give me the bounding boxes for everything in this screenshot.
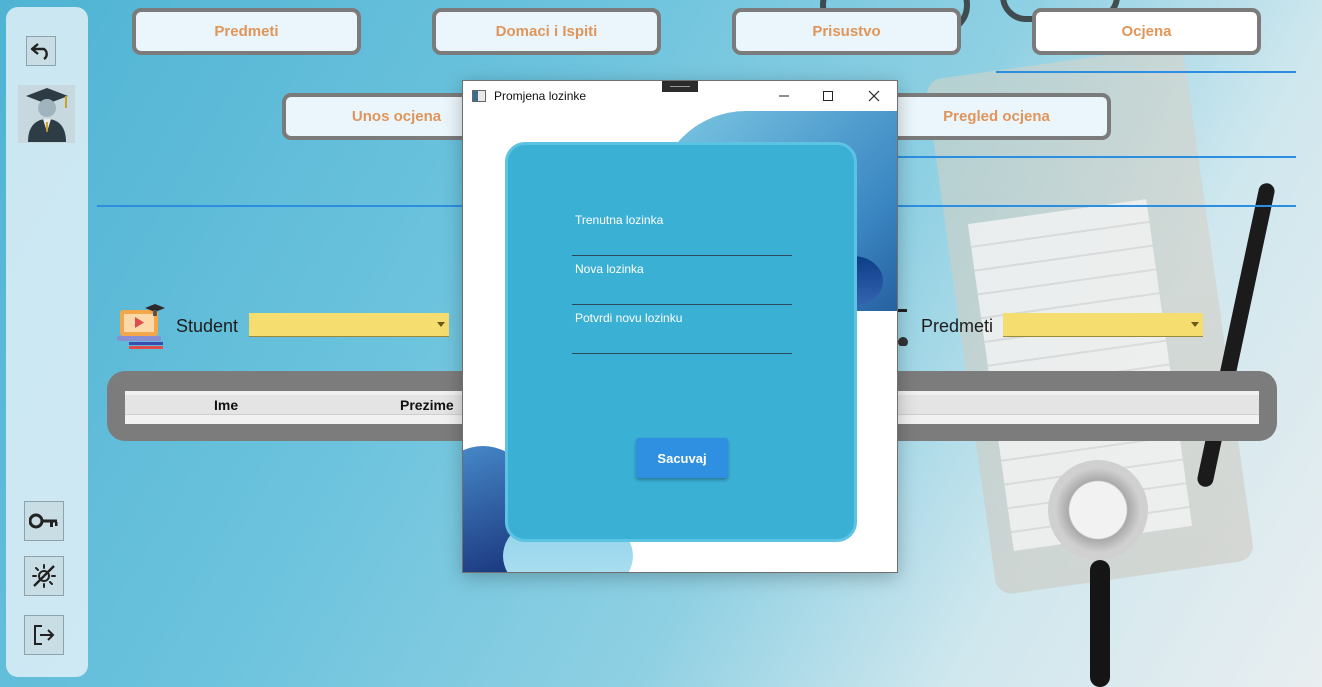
theme-toggle-button[interactable] (24, 556, 64, 596)
back-button[interactable] (26, 36, 56, 66)
confirm-password-label: Potvrdi novu lozinku (575, 311, 683, 325)
change-password-dialog: Promjena lozinke Trenutna lozinka Nova l… (462, 80, 898, 573)
nav-underline (996, 71, 1296, 73)
student-select[interactable] (249, 313, 449, 337)
confirm-password-underline (572, 353, 792, 354)
maximize-button[interactable] (813, 85, 843, 107)
avatar[interactable] (18, 85, 75, 143)
app-icon (472, 90, 486, 102)
pregled-ocjena-label: Pregled ocjena (943, 108, 1050, 125)
confirm-password-input[interactable] (572, 329, 792, 353)
nav-ocjena-button[interactable]: Ocjena (1032, 8, 1261, 55)
chevron-down-icon (437, 322, 445, 327)
new-password-label: Nova lozinka (575, 262, 644, 276)
subnav-underline (896, 156, 1296, 158)
student-laptop-icon (117, 304, 165, 349)
current-password-label: Trenutna lozinka (575, 213, 664, 227)
nav-ocjena-label: Ocjena (1121, 23, 1172, 40)
logout-icon (34, 625, 55, 645)
drag-handle[interactable] (662, 81, 698, 92)
save-button[interactable]: Sacuvaj (636, 438, 728, 478)
pregled-ocjena-button[interactable]: Pregled ocjena (882, 93, 1111, 140)
no-brightness-icon (32, 564, 56, 588)
close-icon (868, 90, 880, 102)
key-icon (29, 513, 58, 529)
new-password-input[interactable] (572, 280, 792, 304)
graduate-avatar-icon (25, 88, 68, 142)
sidebar (6, 7, 88, 677)
change-password-button[interactable] (24, 501, 64, 541)
logout-button[interactable] (24, 615, 64, 655)
nav-prisustvo-button[interactable]: Prisustvo (732, 8, 961, 55)
unos-ocjena-label: Unos ocjena (351, 108, 442, 125)
minimize-icon (779, 95, 789, 97)
current-password-input[interactable] (572, 231, 792, 255)
minimize-button[interactable] (769, 85, 799, 107)
background-stethoscope (1048, 460, 1148, 560)
column-header-prezime[interactable]: Prezime (400, 397, 454, 413)
undo-arrow-icon (30, 43, 48, 60)
dialog-title: Promjena lozinke (494, 89, 587, 103)
maximize-icon (823, 91, 833, 101)
student-label: Student (176, 316, 239, 336)
close-button[interactable] (859, 85, 889, 107)
nav-domaci-ispiti-button[interactable]: Domaci i Ispiti (432, 8, 661, 55)
predmeti-select[interactable] (1003, 313, 1203, 337)
predmeti-label: Predmeti (921, 316, 994, 336)
chevron-down-icon (1191, 322, 1199, 327)
nav-domaci-ispiti-label: Domaci i Ispiti (495, 23, 598, 40)
nav-predmeti-button[interactable]: Predmeti (132, 8, 361, 55)
current-password-underline (572, 255, 792, 256)
nav-predmeti-label: Predmeti (214, 23, 279, 40)
nav-prisustvo-label: Prisustvo (812, 23, 881, 40)
background-stethoscope-tube (1090, 560, 1110, 687)
password-form-card: Trenutna lozinka Nova lozinka Potvrdi no… (505, 142, 857, 542)
new-password-underline (572, 304, 792, 305)
column-header-ime[interactable]: Ime (214, 397, 238, 413)
